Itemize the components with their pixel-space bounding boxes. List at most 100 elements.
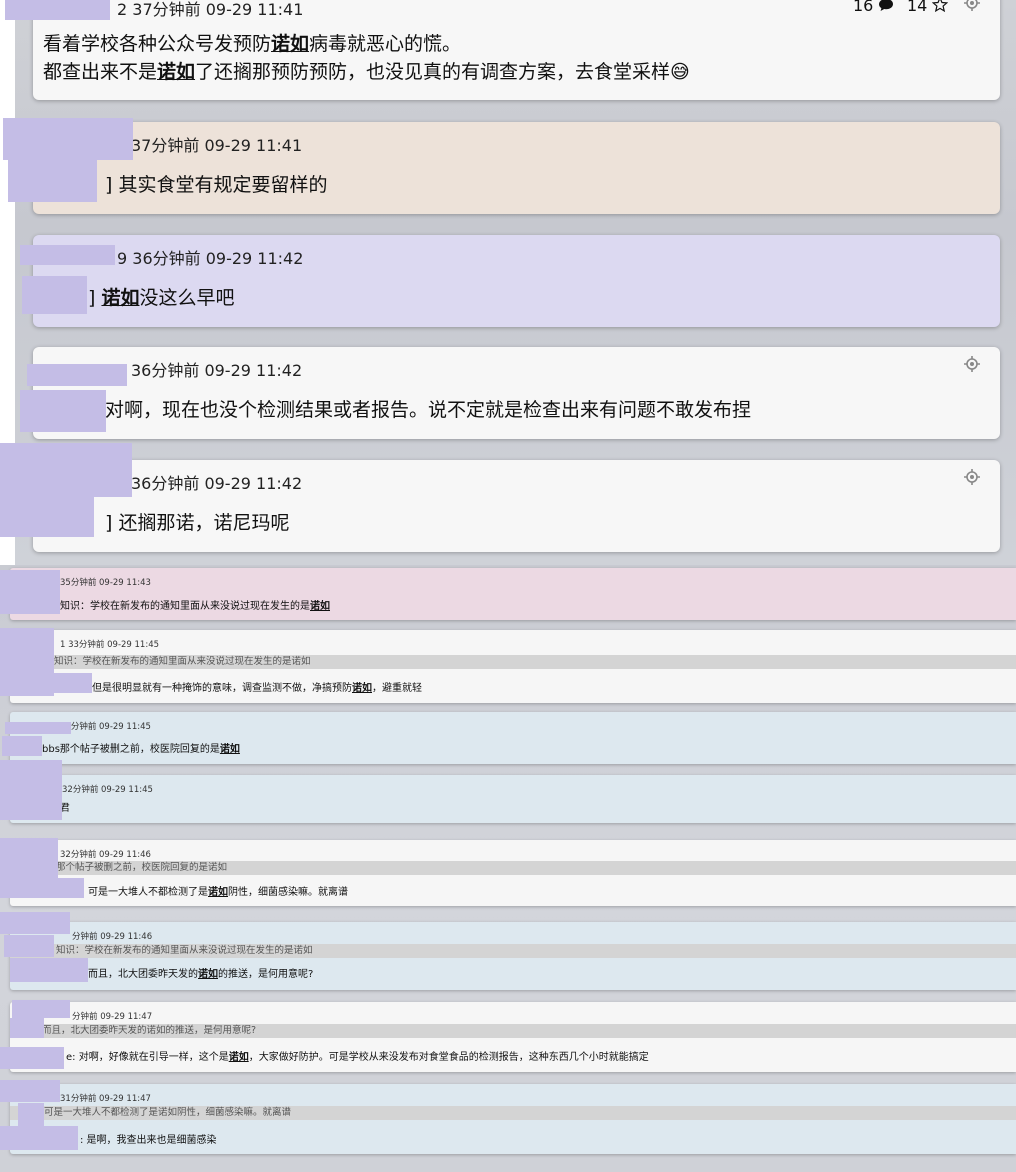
reply-card[interactable]: 36分钟前 09-29 11:42 对啊，现在也没个检测结果或者报告。说不定就是…	[33, 347, 1000, 439]
text: 病毒就恶心的慌。	[309, 33, 462, 55]
text: : 是啊，我查出来也是细菌感染	[80, 1135, 217, 1146]
redacted-block	[0, 628, 54, 696]
keyword: 诺如	[208, 887, 228, 898]
small-reply-body: 冷知识：学校在新发布的通知里面从来没说过现在发生的是诺如	[50, 597, 330, 612]
text: 而且，北大团委昨天发的	[88, 969, 198, 980]
redacted-block	[0, 1126, 78, 1150]
redacted-block	[5, 0, 110, 20]
small-reply-card[interactable]: 32分钟前 09-29 11:46 那个帖子被删之前，校医院回复的是诺如 可是一…	[10, 840, 1016, 906]
redacted-block	[0, 570, 60, 614]
small-reply-card[interactable]: 分钟前 09-29 11:46 知识：学校在新发布的通知里面从来没说过现在发生的…	[10, 922, 1016, 990]
small-reply-card[interactable]: 分钟前 09-29 11:47 而且，北大团委昨天发的诺如的推送，是何用意呢? …	[10, 1002, 1016, 1072]
text: e: 对啊，好像就在引导一样，这个是	[66, 1052, 229, 1063]
star-icon	[932, 0, 949, 13]
small-reply-card[interactable]: 35分钟前 09-29 11:43 冷知识：学校在新发布的通知里面从来没说过现在…	[10, 568, 1016, 620]
keyword: 诺如	[310, 601, 330, 612]
text: ] 其实食堂有规定要留样的	[105, 174, 328, 196]
redacted-block	[4, 935, 54, 957]
small-reply-meta: 分钟前 09-29 11:47	[72, 1012, 153, 1022]
small-reply-card[interactable]: 31分钟前 09-29 11:47 可是一大堆人不都检测了是诺如阴性，细菌感染嘛…	[10, 1084, 1016, 1154]
small-reply-meta: 33分钟前 09-29 11:45	[60, 722, 151, 732]
redacted-block	[0, 760, 62, 820]
reply-meta: 9 36分钟前 09-29 11:42	[117, 249, 304, 268]
keyword: 诺如	[271, 33, 310, 55]
post-line-2: 都查出来不是诺如了还搁那预防预防，也没见真的有调查方案，去食堂采样😅	[43, 58, 690, 86]
small-reply-body: 但是很明显就有一种掩饰的意味，调查监测不做，净搞预防诺如，避重就轻	[92, 679, 422, 694]
small-reply-card[interactable]: 32分钟前 09-29 11:45 回D君	[10, 775, 1016, 823]
redacted-block	[54, 878, 84, 898]
main-post-card[interactable]: 2 37分钟前 09-29 11:41 16 14 看着学校各种公众号发预防诺如…	[33, 0, 1000, 100]
small-reply-body: 而且，北大团委昨天发的诺如的推送，是何用意呢?	[88, 965, 313, 980]
keyword: 诺如	[101, 287, 140, 309]
reply-card[interactable]: 9 36分钟前 09-29 11:42 ] 诺如没这么早吧	[33, 235, 1000, 327]
redacted-block	[22, 276, 87, 314]
redacted-block	[20, 245, 115, 265]
small-reply-body: bbs那个帖子被删之前，校医院回复的是诺如	[42, 740, 240, 755]
reply-card[interactable]: 36分钟前 09-29 11:42 ] 还搁那诺，诺尼玛呢	[33, 460, 1000, 552]
redacted-block	[12, 1000, 70, 1018]
quoted-text: 知识：学校在新发布的通知里面从来没说过现在发生的是诺如	[10, 944, 1016, 958]
reply-body: ] 还搁那诺，诺尼玛呢	[105, 508, 289, 535]
redacted-block	[2, 736, 42, 756]
comment-count[interactable]: 16	[853, 0, 894, 15]
redacted-block	[0, 497, 94, 537]
small-reply-meta: 1 33分钟前 09-29 11:45	[60, 640, 160, 650]
post-line-1: 看着学校各种公众号发预防诺如病毒就恶心的慌。	[43, 30, 690, 58]
text: 可是一大堆人不都检测了是	[88, 887, 208, 898]
small-reply-meta: 分钟前 09-29 11:46	[72, 932, 153, 942]
redacted-block	[5, 722, 71, 734]
text: 没这么早吧	[139, 287, 235, 309]
text: 都查出来不是	[43, 61, 158, 83]
small-reply-body: 可是一大堆人不都检测了是诺如阴性，细菌感染嘛。就离谱	[88, 883, 348, 898]
redacted-block	[27, 364, 127, 386]
small-reply-meta: 32分钟前 09-29 11:46	[60, 850, 151, 860]
reply-body: 对啊，现在也没个检测结果或者报告。说不定就是检查出来有问题不敢发布捏	[105, 395, 751, 422]
locate-icon[interactable]	[964, 356, 980, 372]
redacted-block	[54, 673, 92, 693]
small-reply-body: e: 对啊，好像就在引导一样，这个是诺如，大家做好防护。可是学校从来没发布对食堂…	[66, 1048, 649, 1063]
redacted-block	[0, 443, 132, 497]
small-reply-meta: 35分钟前 09-29 11:43	[60, 578, 151, 588]
reply-meta: 36分钟前 09-29 11:42	[131, 474, 303, 493]
post-body: 看着学校各种公众号发预防诺如病毒就恶心的慌。 都查出来不是诺如了还搁那预防预防，…	[43, 30, 690, 86]
redacted-block	[18, 1103, 44, 1127]
reply-card[interactable]: 37分钟前 09-29 11:41 ] 其实食堂有规定要留样的	[33, 122, 1000, 214]
reply-meta: 36分钟前 09-29 11:42	[131, 361, 303, 380]
keyword: 诺如	[228, 1052, 249, 1063]
quoted-text: 而且，北大团委昨天发的诺如的推送，是何用意呢?	[10, 1024, 1016, 1038]
text: 阴性，细菌感染嘛。就离谱	[228, 887, 348, 898]
small-reply-card[interactable]: 1 33分钟前 09-29 11:45 知识：学校在新发布的通知里面从来没说过现…	[10, 630, 1016, 703]
redacted-block	[20, 390, 106, 432]
small-reply-body: : 是啊，我查出来也是细菌感染	[80, 1131, 217, 1146]
keyword: 诺如	[219, 744, 240, 755]
star-count[interactable]: 14	[907, 0, 949, 15]
text: ，避重就轻	[372, 683, 422, 694]
reply-meta: 37分钟前 09-29 11:41	[131, 136, 303, 155]
text: 看着学校各种公众号发预防	[43, 33, 272, 55]
small-reply-meta: 31分钟前 09-29 11:47	[60, 1094, 151, 1104]
text: 但是很明显就有一种掩饰的意味，调查监测不做，净搞预防	[92, 683, 352, 694]
reply-body: ] 诺如没这么早吧	[88, 283, 234, 310]
text: ]	[88, 287, 102, 309]
redacted-block	[0, 1080, 60, 1102]
text: 冷知识：学校在新发布的通知里面从来没说过现在发生的是	[50, 601, 310, 612]
comment-count-value: 16	[853, 0, 874, 15]
keyword: 诺如	[352, 683, 372, 694]
keyword: 诺如	[157, 61, 196, 83]
text: ] 还搁那诺，诺尼玛呢	[105, 512, 290, 534]
locate-icon[interactable]	[964, 469, 980, 485]
text: ，大家做好防护。可是学校从来没发布对食堂食品的检测报告，这种东西几个小时就能搞定	[248, 1052, 649, 1063]
redacted-block	[3, 118, 133, 160]
redacted-block	[0, 838, 58, 898]
small-reply-meta: 32分钟前 09-29 11:45	[62, 785, 153, 795]
text: 的推送，是何用意呢?	[218, 969, 314, 980]
redacted-block	[10, 958, 88, 982]
locate-icon[interactable]	[964, 0, 980, 11]
star-count-value: 14	[907, 0, 928, 15]
text: bbs那个帖子被删之前，校医院回复的是	[42, 744, 220, 755]
reply-body: ] 其实食堂有规定要留样的	[105, 170, 327, 197]
text: 了还搁那预防预防，也没见真的有调查方案，去食堂采样😅	[195, 61, 690, 83]
quoted-text: 那个帖子被删之前，校医院回复的是诺如	[10, 861, 1016, 875]
redacted-block	[8, 160, 97, 202]
small-reply-card[interactable]: 33分钟前 09-29 11:45 bbs那个帖子被删之前，校医院回复的是诺如	[10, 712, 1016, 764]
